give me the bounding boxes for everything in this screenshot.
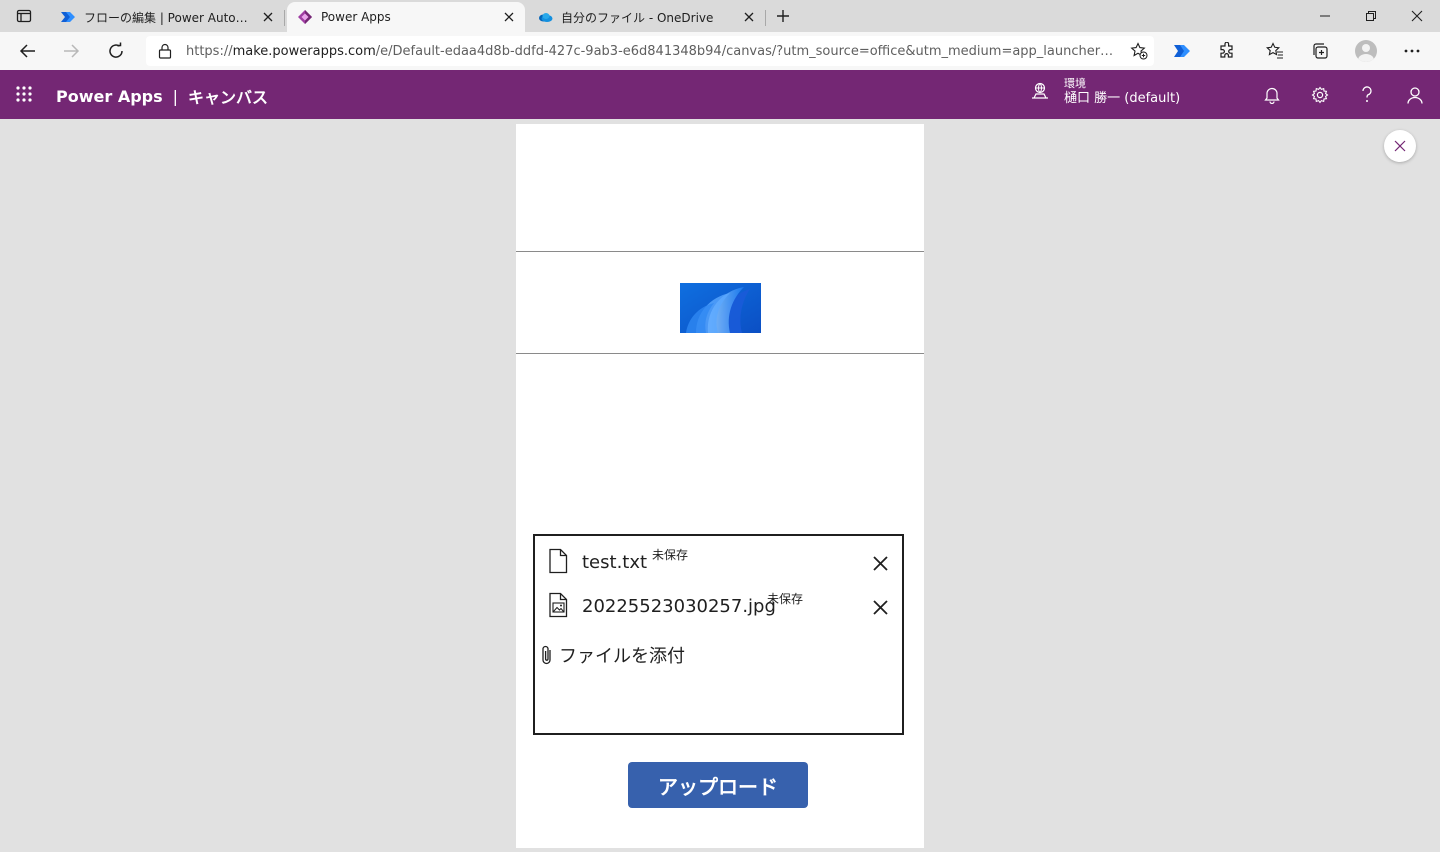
close-icon — [1394, 140, 1406, 152]
url-scheme: https:// — [186, 43, 233, 59]
browser-tab-strip: フローの編集 | Power Automate Power Apps 自分のファ… — [0, 0, 1440, 32]
remove-attachment-button[interactable] — [869, 552, 891, 574]
close-window-icon[interactable] — [1394, 0, 1440, 32]
breadcrumb: Power Apps | キャンバス — [56, 84, 268, 108]
close-preview-button[interactable] — [1384, 130, 1416, 162]
address-bar[interactable]: https://make.powerapps.com/e/Default-eda… — [146, 36, 1154, 66]
url-path: /e/Default-edaa4d8b-ddfd-427c-9ab3-e6d84… — [375, 43, 1124, 59]
upload-button[interactable]: アップロード — [628, 762, 808, 808]
attachments-control: test.txt 未保存 20225523030257.jpg 未保存 ファイル… — [533, 534, 904, 735]
close-icon — [872, 599, 888, 615]
app-screen: test.txt 未保存 20225523030257.jpg 未保存 ファイル… — [516, 124, 924, 848]
tab-title: フローの編集 | Power Automate — [84, 10, 254, 25]
close-tab-icon[interactable] — [260, 9, 276, 25]
add-favorite-icon[interactable] — [1124, 36, 1154, 66]
breadcrumb-separator: | — [172, 86, 179, 106]
unsaved-badge: 未保存 — [767, 592, 804, 606]
settings-gear-icon[interactable] — [1305, 80, 1335, 110]
close-tab-icon[interactable] — [501, 9, 517, 25]
url-host: make.powerapps.com — [232, 43, 376, 59]
remove-attachment-button[interactable] — [869, 596, 891, 618]
more-options-icon[interactable] — [1397, 36, 1427, 66]
app-launcher-icon[interactable] — [10, 80, 38, 108]
attachment-item[interactable]: 20225523030257.jpg 未保存 — [535, 586, 902, 626]
tab-power-apps[interactable]: Power Apps — [287, 2, 525, 32]
attach-file-link[interactable]: ファイルを添付 — [539, 642, 685, 668]
divider — [516, 251, 924, 252]
attachment-name: 20225523030257.jpg — [582, 596, 776, 617]
environment-name: 樋口 勝一 (default) — [1064, 91, 1181, 106]
account-icon[interactable] — [1400, 80, 1430, 110]
power-apps-icon — [298, 10, 312, 24]
avatar — [1355, 40, 1377, 62]
power-automate-extension-icon[interactable] — [1167, 36, 1197, 66]
restore-icon[interactable] — [1348, 0, 1394, 32]
paperclip-icon — [542, 645, 551, 665]
browser-toolbar: https://make.powerapps.com/e/Default-eda… — [0, 32, 1440, 70]
tab-title: Power Apps — [321, 10, 391, 24]
lock-icon[interactable] — [156, 42, 174, 60]
profile-avatar[interactable] — [1351, 36, 1381, 66]
extensions-icon[interactable] — [1212, 36, 1242, 66]
favorites-icon[interactable] — [1260, 36, 1290, 66]
help-icon[interactable] — [1352, 80, 1382, 110]
divider — [516, 353, 924, 354]
power-automate-icon — [61, 12, 75, 22]
section-name: キャンバス — [188, 88, 269, 107]
new-tab-icon[interactable] — [770, 4, 796, 28]
minimize-icon[interactable] — [1302, 0, 1348, 32]
close-icon — [872, 555, 888, 571]
close-tab-icon[interactable] — [741, 9, 757, 25]
environment-icon — [1032, 82, 1048, 99]
attachment-name: test.txt — [582, 552, 648, 573]
tab-onedrive[interactable]: 自分のファイル - OneDrive — [527, 2, 766, 32]
product-name[interactable]: Power Apps — [56, 87, 163, 106]
document-icon — [549, 548, 568, 574]
back-icon[interactable] — [13, 36, 43, 66]
power-apps-header: Power Apps | キャンバス 環境 樋口 勝一 (default) — [0, 70, 1440, 119]
tab-title: 自分のファイル - OneDrive — [561, 10, 714, 25]
attach-file-label: ファイルを添付 — [559, 646, 685, 667]
image-file-icon — [549, 592, 568, 618]
tab-power-automate[interactable]: フローの編集 | Power Automate — [50, 2, 285, 32]
environment-label: 環境 — [1064, 77, 1086, 90]
image-preview — [680, 283, 761, 333]
attachment-item[interactable]: test.txt 未保存 — [535, 542, 902, 582]
environment-picker[interactable]: 環境 樋口 勝一 (default) — [1030, 76, 1180, 106]
onedrive-icon — [539, 13, 553, 22]
unsaved-badge: 未保存 — [652, 548, 689, 562]
collections-icon[interactable] — [1305, 36, 1335, 66]
tab-actions-icon[interactable] — [8, 4, 40, 28]
forward-icon[interactable] — [56, 36, 86, 66]
notifications-icon[interactable] — [1257, 80, 1287, 110]
refresh-icon[interactable] — [101, 36, 131, 66]
url-text: https://make.powerapps.com/e/Default-eda… — [186, 44, 1124, 59]
